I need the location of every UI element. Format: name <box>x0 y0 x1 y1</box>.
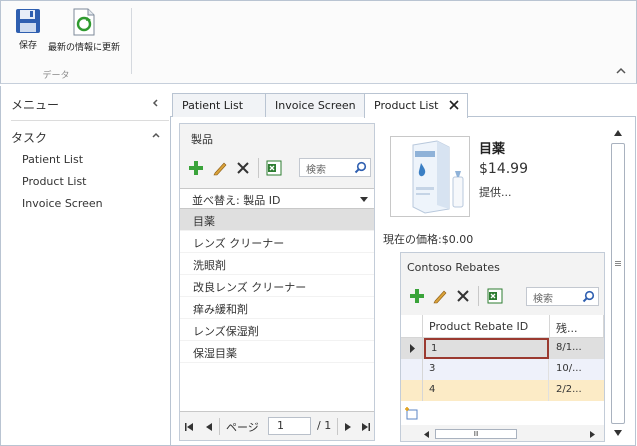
row-indicator-icon <box>410 344 415 353</box>
task-item-invoice-screen[interactable]: Invoice Screen <box>22 197 103 210</box>
page-label: ページ <box>226 421 259 434</box>
delete-x-icon[interactable] <box>235 160 251 176</box>
product-name: 目薬 <box>479 142 506 157</box>
search-icon[interactable] <box>354 161 367 174</box>
collapse-ribbon-icon[interactable] <box>612 62 630 80</box>
table-row[interactable]: 1 8/1... <box>401 338 604 359</box>
table-cell[interactable]: 3 <box>423 359 549 380</box>
row-indicator <box>401 338 423 359</box>
current-price-label: 現在の価格:$0.00 <box>383 233 474 246</box>
chevron-left-icon[interactable] <box>151 98 161 108</box>
grip-line <box>615 261 621 262</box>
search-icon[interactable] <box>582 290 595 303</box>
task-item-patient-list[interactable]: Patient List <box>22 153 83 166</box>
ribbon-separator <box>131 8 132 74</box>
add-row-icon[interactable] <box>404 406 418 420</box>
column-header-remaining[interactable]: 残... <box>550 315 604 338</box>
first-page-icon[interactable] <box>184 422 194 432</box>
search-placeholder: 検索 <box>533 294 553 305</box>
search-placeholder: 検索 <box>306 165 326 176</box>
scroll-up-icon[interactable] <box>614 130 622 136</box>
tasks-heading: タスク <box>11 131 48 145</box>
delete-x-icon[interactable] <box>455 288 471 304</box>
page-total: / 1 <box>317 419 332 432</box>
row-indicator <box>401 380 423 401</box>
scroll-thumb[interactable]: Ⅲ <box>435 429 517 439</box>
table-cell[interactable]: 2/2... <box>550 380 598 401</box>
divider <box>11 120 169 121</box>
sort-label: 並べ替え: 製品 ID <box>192 194 281 207</box>
save-label: 保存 <box>18 41 37 51</box>
toolbar-separator <box>478 286 479 306</box>
list-item[interactable]: 保湿目薬 <box>180 341 374 363</box>
menu-heading: メニュー <box>11 98 60 112</box>
grip-line <box>615 263 621 264</box>
tab-invoice-screen[interactable]: Invoice Screen <box>265 93 365 117</box>
sort-dropdown[interactable]: 並べ替え: 製品 ID <box>180 188 374 209</box>
navigation-pane: メニュー タスク Patient List Product List Invoi… <box>0 86 170 446</box>
scroll-left-icon[interactable] <box>424 431 430 438</box>
rebates-search-input[interactable]: 検索 <box>526 287 599 306</box>
list-item[interactable]: 目薬 <box>180 209 374 231</box>
products-search-input[interactable]: 検索 <box>299 158 371 177</box>
horizontal-scrollbar[interactable]: Ⅲ <box>421 428 604 441</box>
list-item[interactable]: レンズ保湿剤 <box>180 319 374 341</box>
refresh-page-icon <box>73 8 95 36</box>
ribbon-group-label: データ <box>42 71 70 81</box>
list-item[interactable]: レンズ クリーナー <box>180 231 374 253</box>
excel-export-icon[interactable] <box>487 288 503 304</box>
scroll-thumb[interactable] <box>611 143 625 424</box>
rebates-title: Contoso Rebates <box>407 261 500 274</box>
eye-drops-box-image <box>412 140 464 214</box>
toolbar-separator <box>258 158 259 178</box>
edit-pencil-icon[interactable] <box>212 160 228 176</box>
next-page-icon[interactable] <box>343 422 353 432</box>
last-page-icon[interactable] <box>361 422 371 432</box>
save-button[interactable]: 保存 <box>12 8 44 51</box>
table-cell[interactable]: 10/... <box>550 359 598 380</box>
prev-page-icon[interactable] <box>204 422 214 432</box>
chevron-up-icon[interactable] <box>151 131 161 141</box>
add-icon[interactable] <box>188 160 204 176</box>
edit-pencil-icon[interactable] <box>432 288 448 304</box>
list-item[interactable]: 洗眼剤 <box>180 253 374 275</box>
tab-product-list[interactable]: Product List <box>364 93 468 118</box>
product-description: 提供... <box>479 186 512 199</box>
list-item[interactable]: 改良レンズ クリーナー <box>180 275 374 297</box>
row-header-corner <box>401 315 423 338</box>
close-icon[interactable] <box>449 100 459 110</box>
products-list: 目薬 レンズ クリーナー 洗眼剤 改良レンズ クリーナー 痒み緩和剤 レンズ保湿… <box>180 209 374 412</box>
dropdown-arrow-icon <box>360 197 368 202</box>
table-cell[interactable]: 8/1... <box>550 338 598 359</box>
floppy-disk-icon <box>16 9 40 33</box>
vertical-scrollbar[interactable] <box>609 124 627 442</box>
refresh-button[interactable]: 最新の情報に更新 <box>44 8 124 53</box>
table-cell[interactable]: 4 <box>423 380 549 401</box>
grip-line <box>615 265 621 266</box>
product-image <box>390 136 470 217</box>
table-row[interactable]: 3 10/... <box>401 359 604 380</box>
table-row[interactable]: 4 2/2... <box>401 380 604 401</box>
add-icon[interactable] <box>409 288 425 304</box>
rebates-grid: Product Rebate ID 残... 1 8/1... 3 10/...… <box>401 315 604 425</box>
product-price: $14.99 <box>479 161 528 177</box>
page-number-input[interactable]: 1 <box>268 417 311 435</box>
tab-label: Invoice Screen <box>275 99 356 112</box>
task-item-product-list[interactable]: Product List <box>22 175 87 188</box>
list-item[interactable]: 痒み緩和剤 <box>180 297 374 319</box>
tab-patient-list[interactable]: Patient List <box>172 93 266 117</box>
pager-separator <box>219 418 220 435</box>
column-header-rebate-id[interactable]: Product Rebate ID <box>423 315 550 338</box>
tab-label: Product List <box>374 99 439 112</box>
excel-export-icon[interactable] <box>266 160 282 176</box>
pager-separator <box>337 418 338 435</box>
scroll-right-icon[interactable] <box>589 431 595 438</box>
products-title: 製品 <box>191 133 213 146</box>
tab-label: Patient List <box>182 99 244 112</box>
row-indicator <box>401 359 423 380</box>
refresh-label: 最新の情報に更新 <box>47 43 120 53</box>
scroll-down-icon[interactable] <box>614 430 622 436</box>
table-cell[interactable]: 1 <box>424 338 549 359</box>
pager: ページ 1 / 1 <box>180 413 374 440</box>
